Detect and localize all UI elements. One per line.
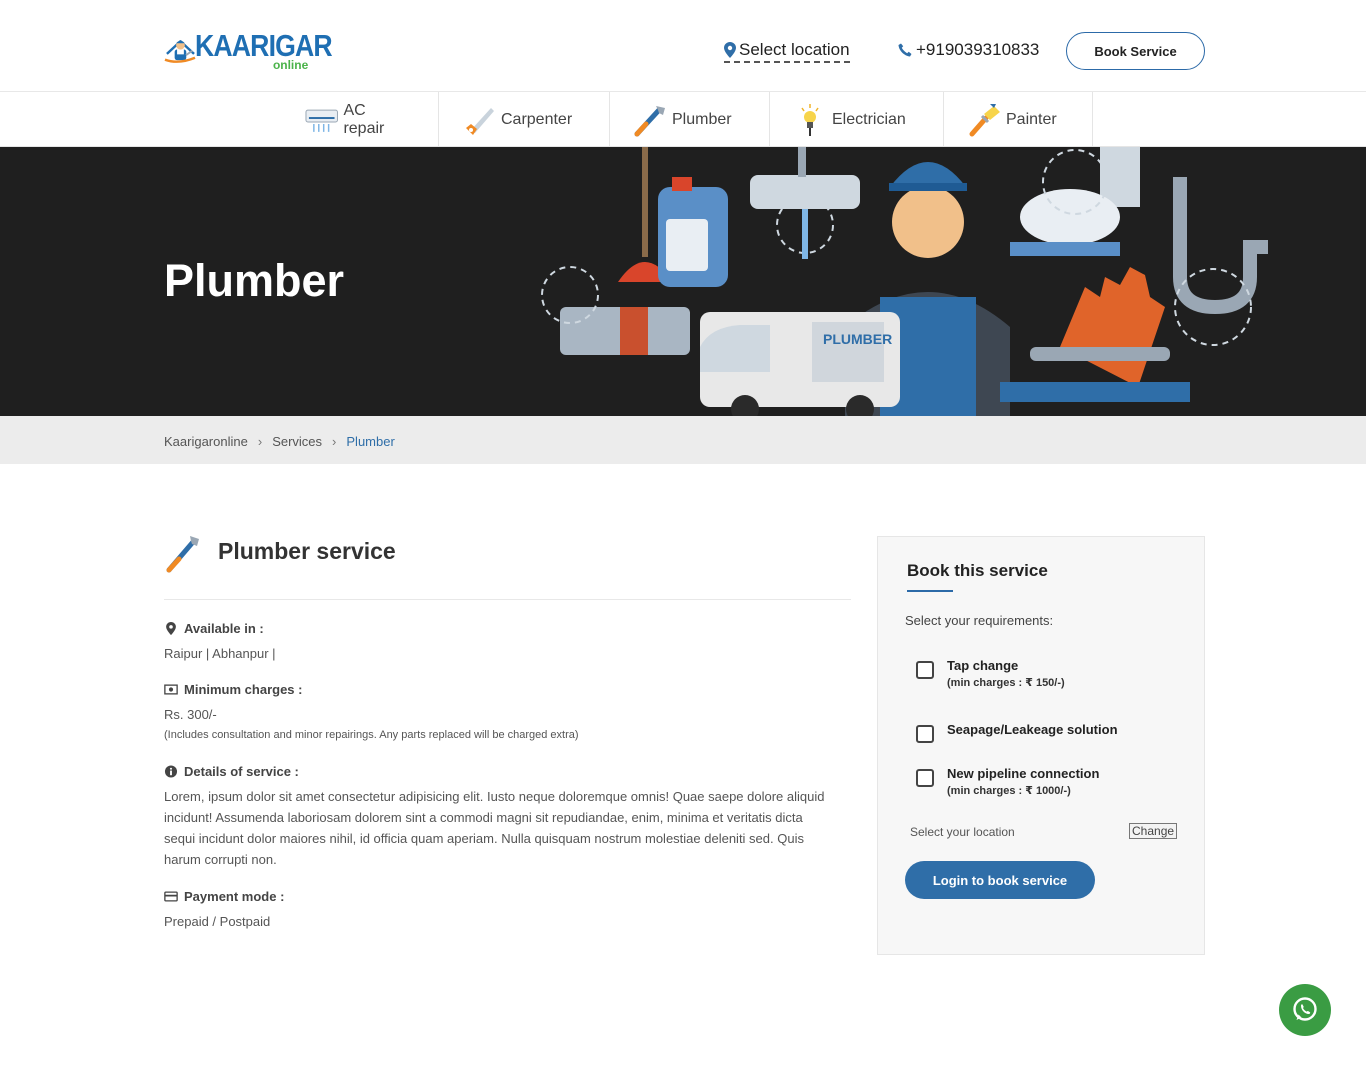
payment-label: Payment mode :	[184, 889, 285, 904]
details-section: Details of service : Lorem, ipsum dolor …	[164, 764, 834, 870]
wrench-icon	[634, 105, 665, 136]
select-location-text: Select your location	[910, 825, 1015, 839]
min-charges-note: (Includes consultation and minor repairi…	[164, 729, 579, 741]
breadcrumb-home[interactable]: Kaarigaronline	[164, 434, 248, 449]
available-in-section: Available in : Raipur | Abhanpur |	[164, 621, 276, 664]
credit-card-icon	[164, 891, 178, 902]
nav-item-painter[interactable]: Painter	[944, 92, 1093, 147]
requirement-name: Seapage/Leakeage solution	[947, 722, 1118, 737]
breadcrumb: Kaarigaronline › Services › Plumber	[0, 416, 1366, 464]
brush-icon	[969, 103, 1000, 136]
service-heading: Plumber service	[164, 532, 851, 600]
change-location-button[interactable]: Change	[1129, 823, 1178, 839]
saw-icon	[466, 107, 494, 135]
whatsapp-icon	[1293, 997, 1317, 1021]
min-charges-section: Minimum charges : Rs. 300/- (Includes co…	[164, 682, 579, 741]
whatsapp-button[interactable]	[1279, 984, 1331, 1036]
requirement-name: New pipeline connection	[947, 766, 1100, 781]
booking-panel: Book this service Select your requiremen…	[877, 536, 1205, 955]
min-charges-label: Minimum charges :	[184, 682, 303, 697]
requirement-min-charges: (min charges : ₹ 150/-)	[947, 677, 1065, 689]
requirement-name: Tap change	[947, 658, 1019, 673]
min-charges-value: Rs. 300/-	[164, 707, 217, 722]
nav-item-label: Carpenter	[501, 110, 573, 128]
available-in-label: Available in :	[184, 621, 264, 636]
van-label: PLUMBER	[823, 331, 892, 347]
select-location-link[interactable]: Select location	[724, 40, 850, 63]
nav-item-ac-repair[interactable]: AC repair	[282, 92, 439, 147]
info-icon	[164, 765, 178, 778]
requirement-checkbox[interactable]	[916, 769, 934, 787]
requirement-new-pipeline[interactable]: New pipeline connection (min charges : ₹…	[916, 766, 1099, 797]
breadcrumb-services[interactable]: Services	[272, 434, 322, 449]
requirement-tap-change[interactable]: Tap change (min charges : ₹ 150/-)	[916, 658, 1065, 689]
service-title: Plumber service	[218, 538, 396, 564]
nav-item-label: Painter	[1006, 110, 1057, 128]
available-in-value: Raipur | Abhanpur |	[164, 646, 276, 661]
title-underline	[907, 590, 953, 592]
category-nav: AC repair Carpenter Plumber Electrician …	[0, 92, 1366, 147]
nav-item-label: AC repair	[343, 101, 385, 137]
site-header: KAARIGAR online Select location +9190393…	[0, 0, 1366, 92]
page-title: Plumber	[164, 255, 345, 306]
nav-item-label: Electrician	[832, 110, 906, 128]
requirement-checkbox[interactable]	[916, 725, 934, 743]
wrench-icon	[166, 536, 199, 573]
select-location-label: Select location	[739, 40, 850, 59]
breadcrumb-separator: ›	[257, 434, 263, 449]
site-logo[interactable]: KAARIGAR online	[164, 18, 354, 82]
ac-icon	[305, 109, 338, 132]
breadcrumb-separator: ›	[332, 434, 337, 449]
details-label: Details of service :	[184, 764, 299, 779]
map-pin-icon	[724, 42, 736, 58]
plumber-mascot-icon	[164, 40, 196, 63]
booking-title: Book this service	[907, 561, 1048, 580]
details-value: Lorem, ipsum dolor sit amet consectetur …	[164, 789, 825, 867]
payment-section: Payment mode : Prepaid / Postpaid	[164, 889, 284, 932]
nav-item-plumber[interactable]: Plumber	[610, 92, 770, 147]
book-service-button[interactable]: Book Service	[1066, 32, 1205, 70]
logo-wordmark: KAARIGAR	[194, 27, 333, 63]
nav-item-label: Plumber	[672, 110, 732, 128]
nav-item-carpenter[interactable]: Carpenter	[439, 92, 610, 147]
money-icon	[164, 684, 178, 695]
plumber-illustration: PLUMBER	[541, 147, 1268, 416]
login-to-book-button[interactable]: Login to book service	[905, 861, 1095, 899]
payment-value: Prepaid / Postpaid	[164, 914, 271, 929]
phone-link[interactable]: +919039310833	[898, 40, 1039, 60]
hero-banner: Plumber PLUMBER	[0, 147, 1366, 416]
requirement-min-charges: (min charges : ₹ 1000/-)	[947, 785, 1071, 797]
requirement-seepage-solution[interactable]: Seapage/Leakeage solution	[916, 722, 1118, 743]
booking-subtitle: Select your requirements:	[905, 613, 1054, 628]
bulb-icon	[801, 103, 819, 136]
map-pin-icon	[166, 622, 176, 635]
nav-item-electrician[interactable]: Electrician	[770, 92, 944, 147]
phone-number: +919039310833	[916, 40, 1040, 59]
requirement-checkbox[interactable]	[916, 661, 934, 679]
phone-icon	[898, 43, 912, 57]
breadcrumb-current: Plumber	[346, 434, 395, 449]
